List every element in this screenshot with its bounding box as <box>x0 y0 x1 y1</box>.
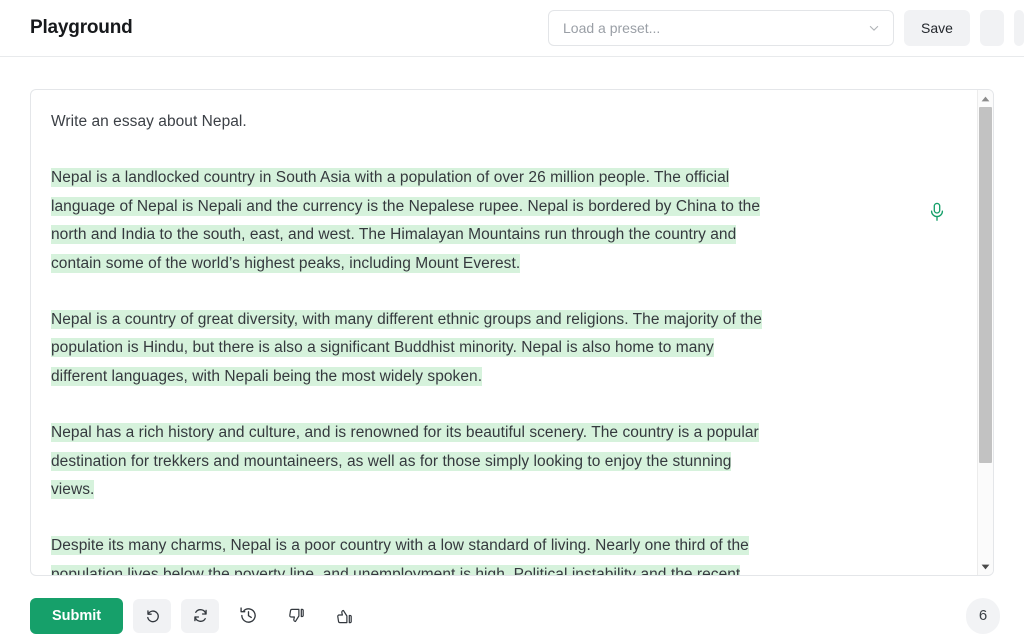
highlighted-text: Nepal has a rich history and culture, an… <box>51 423 759 443</box>
completion-line: population lives below the poverty line,… <box>51 561 947 575</box>
completion-line: views. <box>51 476 947 504</box>
completion-line: population is Hindu, but there is also a… <box>51 334 947 362</box>
completion-paragraph: Despite its many charms, Nepal is a poor… <box>51 532 947 575</box>
completion-paragraph: Nepal is a landlocked country in South A… <box>51 164 947 278</box>
thumbs-up-icon <box>335 607 353 625</box>
history-button[interactable] <box>229 599 267 633</box>
prompt-text: Write an essay about Nepal. <box>51 113 247 130</box>
highlighted-text: population lives below the poverty line,… <box>51 564 741 575</box>
undo-button[interactable] <box>133 598 172 633</box>
prompt-editor[interactable]: Write an essay about Nepal. Nepal is a l… <box>30 89 994 576</box>
completion-line: Despite its many charms, Nepal is a poor… <box>51 532 947 560</box>
undo-icon <box>144 607 161 624</box>
main-content: Write an essay about Nepal. Nepal is a l… <box>0 57 1024 576</box>
chevron-down-icon <box>867 21 881 35</box>
header-actions: Load a preset... Save <box>548 10 1024 46</box>
highlighted-text: contain some of the world’s highest peak… <box>51 253 521 273</box>
header-overflow-button-2[interactable] <box>1014 10 1024 46</box>
scroll-down-arrow-icon[interactable] <box>978 558 994 575</box>
highlighted-text: north and India to the south, east, and … <box>51 225 737 245</box>
completion-line: destination for trekkers and mountaineer… <box>51 448 947 476</box>
highlighted-text: views. <box>51 480 95 500</box>
scrollbar-track[interactable] <box>978 107 993 558</box>
highlighted-text: different languages, with Nepali being t… <box>51 366 483 386</box>
completion-line: different languages, with Nepali being t… <box>51 363 947 391</box>
completion-line: Nepal is a country of great diversity, w… <box>51 306 947 334</box>
preset-placeholder: Load a preset... <box>563 20 661 36</box>
completion-line: north and India to the south, east, and … <box>51 221 947 249</box>
highlighted-text: Nepal is a country of great diversity, w… <box>51 310 762 330</box>
preset-select[interactable]: Load a preset... <box>548 10 894 46</box>
scroll-up-arrow-icon[interactable] <box>978 90 994 107</box>
history-icon <box>239 606 258 625</box>
save-button[interactable]: Save <box>904 10 970 46</box>
thumbs-down-icon <box>287 607 305 625</box>
highlighted-text: language of Nepal is Nepali and the curr… <box>51 196 761 216</box>
completion-line: Nepal has a rich history and culture, an… <box>51 419 947 447</box>
thumbs-up-button[interactable] <box>325 599 363 633</box>
highlighted-text: Nepal is a landlocked country in South A… <box>51 168 730 188</box>
token-count-badge[interactable]: 6 <box>966 597 1000 634</box>
highlighted-text: Despite its many charms, Nepal is a poor… <box>51 536 749 556</box>
editor-scrollbar[interactable] <box>977 90 993 575</box>
completion-line: language of Nepal is Nepali and the curr… <box>51 193 947 221</box>
page-title: Playground <box>30 17 133 38</box>
completion-paragraph: Nepal has a rich history and culture, an… <box>51 419 947 504</box>
completion-paragraph: Nepal is a country of great diversity, w… <box>51 306 947 391</box>
completion-line: Nepal is a landlocked country in South A… <box>51 164 947 192</box>
thumbs-down-button[interactable] <box>277 599 315 633</box>
scrollbar-thumb[interactable] <box>979 107 992 464</box>
action-toolbar: Submit 6 <box>0 588 1024 643</box>
highlighted-text: destination for trekkers and mountaineer… <box>51 451 732 471</box>
highlighted-text: population is Hindu, but there is also a… <box>51 338 714 358</box>
regenerate-button[interactable] <box>181 598 220 633</box>
app-header: Playground Load a preset... Save <box>0 0 1024 57</box>
regenerate-icon <box>192 607 209 624</box>
editor-text-area[interactable]: Write an essay about Nepal. Nepal is a l… <box>31 90 993 575</box>
submit-button[interactable]: Submit <box>30 597 124 634</box>
microphone-icon[interactable] <box>929 202 945 222</box>
completion-line: contain some of the world’s highest peak… <box>51 250 947 278</box>
header-overflow-button-1[interactable] <box>980 10 1004 46</box>
